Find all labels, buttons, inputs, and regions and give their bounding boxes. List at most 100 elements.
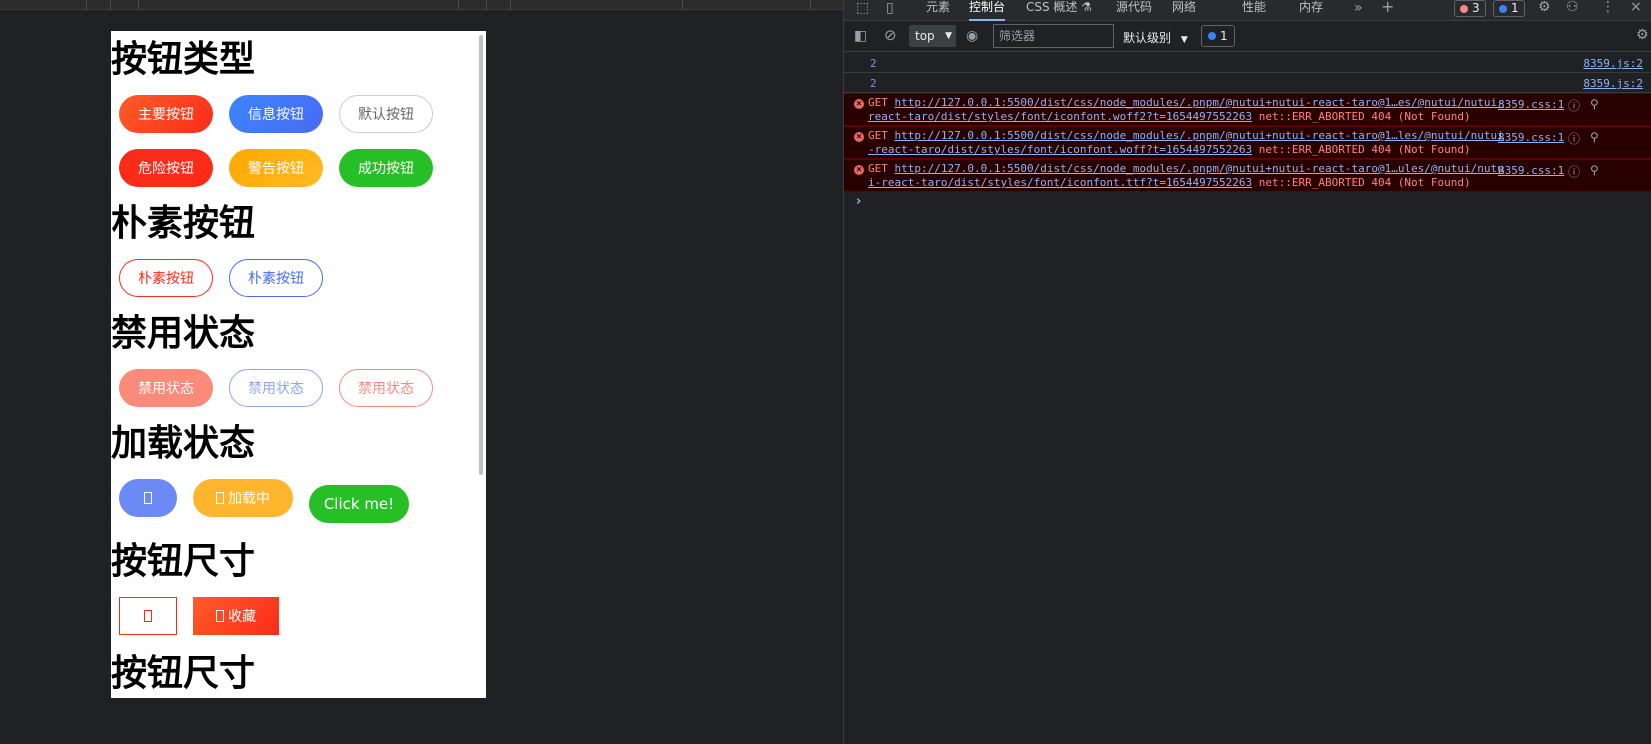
live-expression-eye-icon[interactable]: ◉	[966, 29, 978, 43]
star-icon	[144, 610, 152, 622]
loading-icon	[144, 492, 152, 504]
loading-text-button[interactable]: 加载中	[193, 479, 293, 517]
log-source-link[interactable]: 8359.js:2	[1583, 77, 1643, 90]
collect-button[interactable]: 收藏	[193, 597, 279, 635]
clear-console-icon[interactable]: ⊘	[884, 28, 897, 43]
console-error-row: × GET http://127.0.0.1:5500/dist/css/nod…	[844, 126, 1651, 159]
more-options-icon[interactable]: ⋮	[1601, 0, 1615, 14]
ruler-tick	[138, 0, 139, 10]
remote-devices-icon[interactable]: ⚇	[1566, 0, 1579, 14]
loading-label: 加载中	[228, 491, 270, 507]
error-icon: ×	[854, 165, 864, 175]
section-title-plain-buttons: 朴素按钮	[111, 203, 256, 244]
log-source-link[interactable]: 8359.js:2	[1583, 57, 1643, 70]
sidebar-toggle-icon[interactable]: ◧	[854, 29, 867, 43]
inspect-element-icon[interactable]: ⬚	[856, 1, 869, 15]
tab-performance[interactable]: 性能	[1242, 0, 1266, 21]
star-icon	[216, 610, 224, 622]
primary-button[interactable]: 主要按钮	[119, 95, 213, 133]
info-button[interactable]: 信息按钮	[229, 95, 323, 133]
issue-count: 1	[1511, 1, 1519, 15]
section-title-disabled: 禁用状态	[111, 313, 256, 354]
plain-primary-button[interactable]: 朴素按钮	[119, 259, 213, 297]
ruler-tick	[486, 0, 487, 10]
chevron-down-icon: ▼	[945, 31, 952, 41]
issues-count: 1	[1220, 29, 1228, 43]
tab-sources[interactable]: 源代码	[1116, 0, 1152, 21]
section-title-sizes: 按钮尺寸	[111, 541, 256, 582]
error-method: GET	[868, 162, 888, 175]
error-source-link[interactable]: 8359.css:1	[1498, 98, 1564, 111]
error-status: net::ERR_ABORTED 404 (Not Found)	[1258, 176, 1471, 189]
console-prompt[interactable]: ›	[844, 192, 1651, 212]
tab-memory[interactable]: 内存	[1299, 0, 1323, 21]
issues-badge[interactable]: 1	[1201, 25, 1235, 47]
log-level-select[interactable]: 默认级别 ▼	[1123, 29, 1188, 46]
device-toolbar-icon[interactable]: ▯	[886, 1, 894, 15]
explain-icon[interactable]: ⓘ	[1568, 130, 1580, 147]
ruler-tick	[682, 0, 683, 10]
prompt-caret-icon: ›	[856, 194, 862, 209]
console-log-row: 2 8359.js:2	[844, 53, 1651, 73]
ruler-tick	[510, 0, 511, 10]
error-source-link[interactable]: 8359.css:1	[1498, 131, 1564, 144]
mobile-viewport: 按钮类型 主要按钮 信息按钮 默认按钮 危险按钮 警告按钮 成功按钮 朴素按钮 …	[111, 31, 486, 698]
plain-info-button[interactable]: 朴素按钮	[229, 259, 323, 297]
danger-button[interactable]: 危险按钮	[119, 149, 213, 187]
issue-count-badge[interactable]: 1	[1493, 0, 1525, 17]
icon-only-button[interactable]	[119, 597, 177, 635]
error-icon: ×	[854, 99, 864, 109]
log-level-value: 默认级别	[1123, 31, 1172, 45]
ruler-tick	[110, 0, 111, 10]
default-button[interactable]: 默认按钮	[339, 95, 433, 133]
success-button[interactable]: 成功按钮	[339, 149, 433, 187]
search-icon[interactable]: ⚲	[1590, 163, 1599, 177]
section-title-loading: 加载状态	[111, 423, 256, 464]
explain-icon[interactable]: ⓘ	[1568, 97, 1580, 114]
error-message: GET http://127.0.0.1:5500/dist/css/node_…	[868, 162, 1508, 190]
mobile-page: 按钮类型 主要按钮 信息按钮 默认按钮 危险按钮 警告按钮 成功按钮 朴素按钮 …	[111, 31, 486, 698]
tab-css-overview[interactable]: CSS 概述 ⚗	[1026, 0, 1092, 21]
filter-input[interactable]	[993, 24, 1114, 48]
context-select[interactable]: top ▼	[909, 25, 956, 47]
disabled-info-button: 禁用状态	[229, 369, 323, 407]
loading-icon	[216, 492, 224, 504]
tab-console[interactable]: 控制台	[969, 0, 1006, 21]
context-value: top	[915, 29, 935, 43]
tab-css-overview-label: CSS 概述	[1026, 0, 1078, 14]
close-icon[interactable]: ×	[1630, 0, 1642, 14]
warning-button[interactable]: 警告按钮	[229, 149, 323, 187]
viewport-scrollbar[interactable]	[479, 35, 483, 475]
console-settings-gear-icon[interactable]: ⚙	[1636, 28, 1649, 42]
collect-label: 收藏	[228, 609, 256, 625]
error-message: GET http://127.0.0.1:5500/dist/css/node_…	[868, 96, 1508, 124]
log-value: 2	[870, 57, 877, 70]
add-tab-icon[interactable]: +	[1381, 0, 1394, 15]
tab-elements[interactable]: 元素	[926, 0, 950, 21]
issue-icon	[1499, 4, 1507, 13]
explain-icon[interactable]: ⓘ	[1568, 163, 1580, 180]
error-icon: ×	[854, 132, 864, 142]
devtools-tabbar: ⬚ ▯ 元素 控制台 CSS 概述 ⚗ 源代码 网络 性能 内存 » + 3 1…	[844, 0, 1651, 21]
section-title-sizes-2: 按钮尺寸	[111, 653, 256, 694]
preview-pane: 按钮类型 主要按钮 信息按钮 默认按钮 危险按钮 警告按钮 成功按钮 朴素按钮 …	[0, 0, 843, 744]
console-log-row: 2 8359.js:2	[844, 73, 1651, 93]
console-error-row: × GET http://127.0.0.1:5500/dist/css/nod…	[844, 93, 1651, 126]
chevron-down-icon: ▼	[1180, 35, 1188, 45]
disabled-primary-button: 禁用状态	[119, 369, 213, 407]
ruler-tick	[458, 0, 459, 10]
error-message: GET http://127.0.0.1:5500/dist/css/node_…	[868, 129, 1508, 157]
console-output: 2 8359.js:2 2 8359.js:2 × GET http://127…	[844, 53, 1651, 212]
error-count-badge[interactable]: 3	[1454, 0, 1486, 17]
error-source-link[interactable]: 8359.css:1	[1498, 164, 1564, 177]
log-value: 2	[870, 77, 877, 90]
search-icon[interactable]: ⚲	[1590, 130, 1599, 144]
loading-icon-button[interactable]	[119, 479, 177, 517]
tab-network[interactable]: 网络	[1172, 0, 1196, 21]
more-tabs-icon[interactable]: »	[1354, 1, 1363, 15]
settings-gear-icon[interactable]: ⚙	[1538, 0, 1551, 14]
click-me-button[interactable]: Click me!	[309, 485, 409, 523]
ruler-tick	[86, 0, 87, 10]
search-icon[interactable]: ⚲	[1590, 97, 1599, 111]
devtools-panel: ⬚ ▯ 元素 控制台 CSS 概述 ⚗ 源代码 网络 性能 内存 » + 3 1…	[844, 0, 1651, 744]
